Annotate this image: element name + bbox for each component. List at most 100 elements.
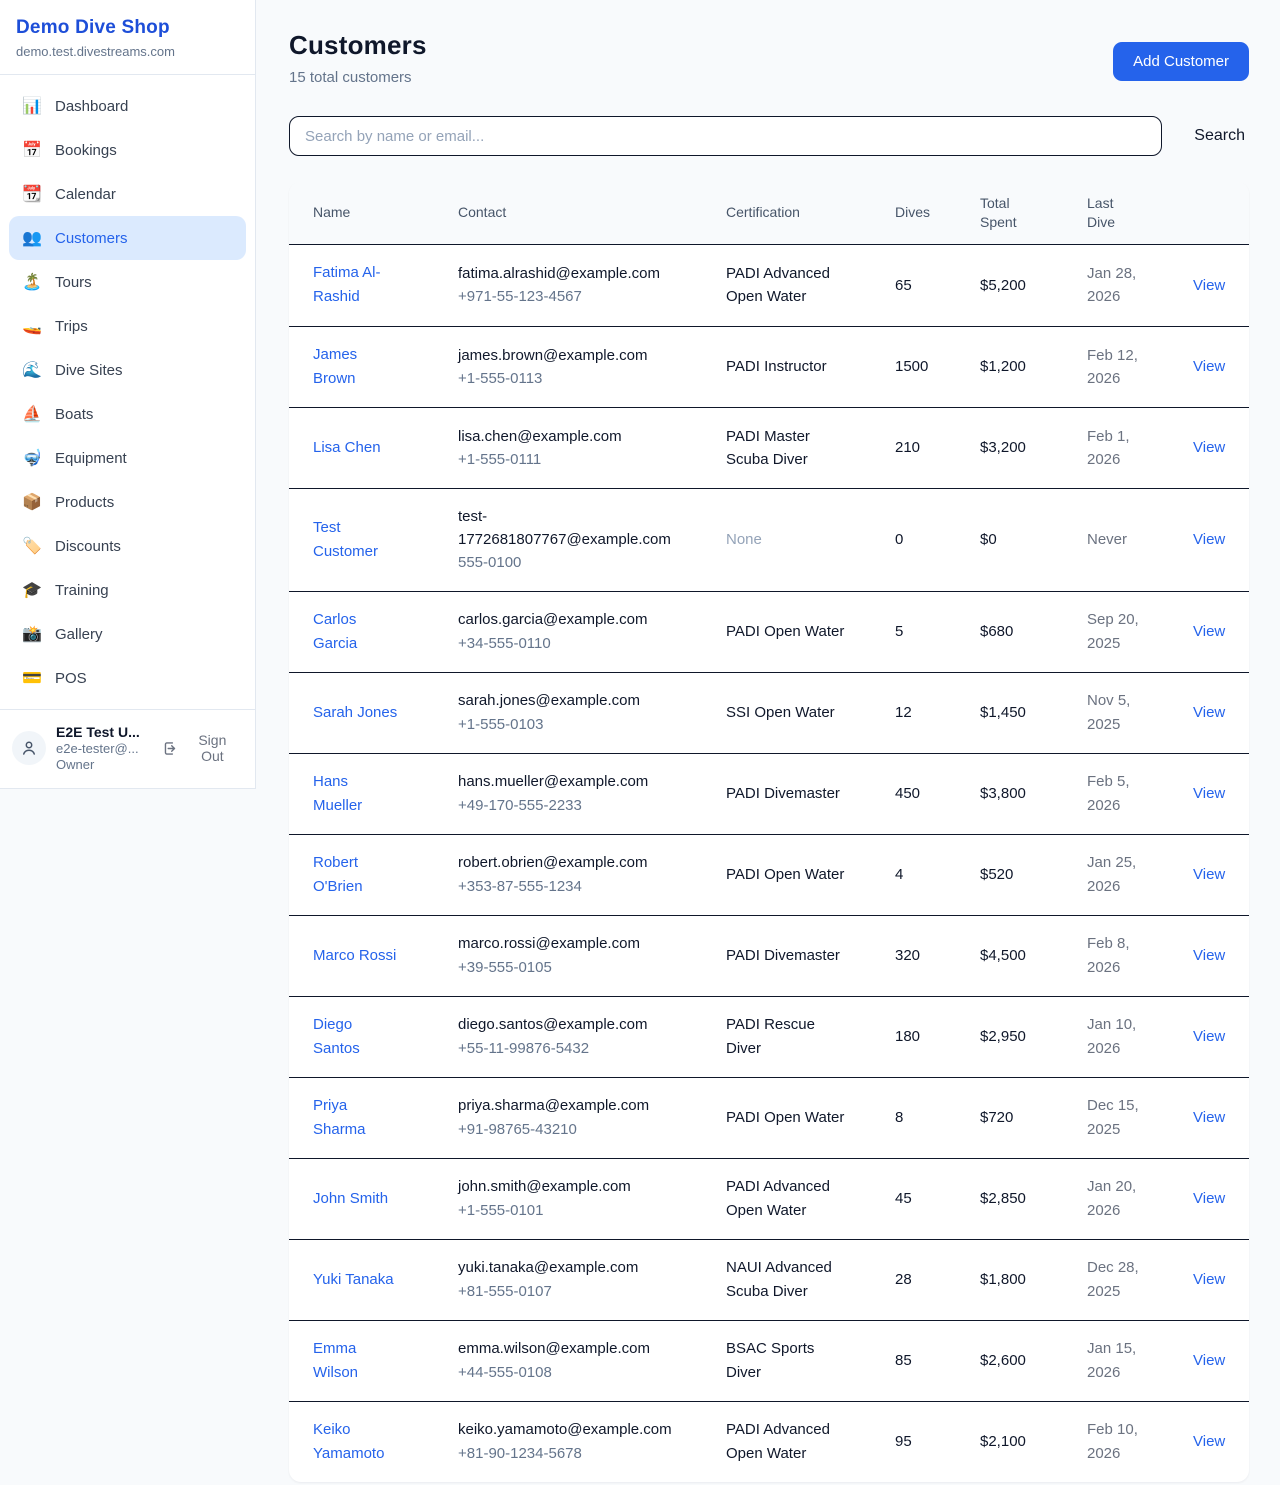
user-info: E2E Test U... e2e-tester@... Owner xyxy=(56,724,150,772)
total-spent-cell: $5,200 xyxy=(980,258,1087,313)
view-customer-link[interactable]: View xyxy=(1193,1190,1225,1207)
customer-name-link[interactable]: John Smith xyxy=(313,1190,388,1207)
dives-cell: 45 xyxy=(895,1171,980,1226)
sidebar-item-label: Dashboard xyxy=(55,98,128,115)
table-header-row: Name Contact Certification Dives Total S… xyxy=(289,182,1249,245)
dives-cell: 12 xyxy=(895,685,980,740)
table-row: Marco Rossi marco.rossi@example.com +39-… xyxy=(289,915,1249,996)
table-row: Sarah Jones sarah.jones@example.com +1-5… xyxy=(289,672,1249,753)
view-customer-link[interactable]: View xyxy=(1193,439,1225,456)
dives-cell: 450 xyxy=(895,766,980,821)
customer-name-link[interactable]: Robert O'Brien xyxy=(313,854,363,895)
last-dive-cell: Feb 5, 2026 xyxy=(1087,754,1193,833)
customer-email: sarah.jones@example.com xyxy=(458,689,710,712)
sidebar-item-icon: 🚤 xyxy=(22,316,42,336)
view-customer-link[interactable]: View xyxy=(1193,785,1225,802)
customer-email: hans.mueller@example.com xyxy=(458,770,710,793)
sidebar-item-boats[interactable]: ⛵ Boats xyxy=(9,392,246,436)
sidebar-user-footer: E2E Test U... e2e-tester@... Owner Sign … xyxy=(0,709,255,788)
dives-cell: 5 xyxy=(895,604,980,659)
customer-name-link[interactable]: Keiko Yamamoto xyxy=(313,1421,384,1462)
customer-email: marco.rossi@example.com xyxy=(458,932,710,955)
view-customer-link[interactable]: View xyxy=(1193,947,1225,964)
table-row: Test Customer test- 1772681807767@exampl… xyxy=(289,488,1249,591)
view-customer-link[interactable]: View xyxy=(1193,623,1225,640)
add-customer-button[interactable]: Add Customer xyxy=(1113,42,1249,81)
customer-phone: +49-170-555-2233 xyxy=(458,794,710,817)
view-customer-link[interactable]: View xyxy=(1193,531,1225,548)
customer-email: priya.sharma@example.com xyxy=(458,1094,710,1117)
column-header-dives: Dives xyxy=(895,191,980,234)
sidebar-item-icon: 🤿 xyxy=(22,448,42,468)
table-row: Lisa Chen lisa.chen@example.com +1-555-0… xyxy=(289,407,1249,488)
last-dive-cell: Dec 28, 2025 xyxy=(1087,1240,1193,1319)
total-spent-cell: $1,800 xyxy=(980,1252,1087,1307)
sidebar-item-icon: 📸 xyxy=(22,624,42,644)
view-customer-link[interactable]: View xyxy=(1193,1028,1225,1045)
shop-name: Demo Dive Shop xyxy=(16,17,239,39)
customer-name-link[interactable]: Emma Wilson xyxy=(313,1340,358,1381)
search-button[interactable]: Search xyxy=(1190,119,1249,153)
customer-name-link[interactable]: Fatima Al- Rashid xyxy=(313,264,381,305)
customer-name-link[interactable]: Yuki Tanaka xyxy=(313,1271,394,1288)
sidebar-item-label: Calendar xyxy=(55,186,116,203)
customer-name-link[interactable]: Marco Rossi xyxy=(313,947,396,964)
customer-phone: +81-555-0107 xyxy=(458,1280,710,1303)
view-customer-link[interactable]: View xyxy=(1193,1109,1225,1126)
customer-name-link[interactable]: Hans Mueller xyxy=(313,773,362,814)
sidebar-item-label: Tours xyxy=(55,274,92,291)
sidebar-item-tours[interactable]: 🏝️ Tours xyxy=(9,260,246,304)
sidebar-item-discounts[interactable]: 🏷️ Discounts xyxy=(9,524,246,568)
sidebar-item-label: Equipment xyxy=(55,450,127,467)
column-header-name: Name xyxy=(313,191,458,234)
view-customer-link[interactable]: View xyxy=(1193,704,1225,721)
customer-phone: +971-55-123-4567 xyxy=(458,285,710,308)
view-customer-link[interactable]: View xyxy=(1193,1433,1225,1450)
certification-cell: PADI Open Water xyxy=(726,847,895,902)
table-row: John Smith john.smith@example.com +1-555… xyxy=(289,1158,1249,1239)
dives-cell: 320 xyxy=(895,928,980,983)
total-spent-cell: $0 xyxy=(980,512,1087,567)
sidebar-item-pos[interactable]: 💳 POS xyxy=(9,656,246,700)
customer-name-link[interactable]: Lisa Chen xyxy=(313,439,381,456)
view-customer-link[interactable]: View xyxy=(1193,277,1225,294)
last-dive-cell: Dec 15, 2025 xyxy=(1087,1078,1193,1157)
view-customer-link[interactable]: View xyxy=(1193,1352,1225,1369)
sidebar-item-trips[interactable]: 🚤 Trips xyxy=(9,304,246,348)
contact-cell: james.brown@example.com +1-555-0113 xyxy=(458,328,726,407)
view-customer-link[interactable]: View xyxy=(1193,866,1225,883)
dives-cell: 210 xyxy=(895,420,980,475)
last-dive-cell: Feb 12, 2026 xyxy=(1087,328,1193,407)
customer-name-link[interactable]: Priya Sharma xyxy=(313,1097,366,1138)
view-customer-link[interactable]: View xyxy=(1193,358,1225,375)
sidebar-item-bookings[interactable]: 📅 Bookings xyxy=(9,128,246,172)
customer-name-link[interactable]: Sarah Jones xyxy=(313,704,397,721)
view-customer-link[interactable]: View xyxy=(1193,1271,1225,1288)
table-body: Fatima Al- Rashid fatima.alrashid@exampl… xyxy=(289,245,1249,1482)
sidebar-item-dashboard[interactable]: 📊 Dashboard xyxy=(9,84,246,128)
sign-out-button[interactable]: Sign Out xyxy=(162,732,239,764)
sidebar-item-icon: 🌊 xyxy=(22,360,42,380)
customer-name-link[interactable]: Carlos Garcia xyxy=(313,611,357,652)
sidebar-item-training[interactable]: 🎓 Training xyxy=(9,568,246,612)
sidebar-item-dive-sites[interactable]: 🌊 Dive Sites xyxy=(9,348,246,392)
certification-cell: None xyxy=(726,512,895,567)
customer-email: lisa.chen@example.com xyxy=(458,425,710,448)
customer-phone: +1-555-0103 xyxy=(458,713,710,736)
sidebar-item-gallery[interactable]: 📸 Gallery xyxy=(9,612,246,656)
sidebar-item-equipment[interactable]: 🤿 Equipment xyxy=(9,436,246,480)
sidebar-item-icon: 🎓 xyxy=(22,580,42,600)
sidebar-item-customers[interactable]: 👥 Customers xyxy=(9,216,246,260)
total-spent-cell: $2,950 xyxy=(980,1009,1087,1064)
customer-phone: +353-87-555-1234 xyxy=(458,875,710,898)
search-input[interactable] xyxy=(289,116,1162,156)
sidebar-item-calendar[interactable]: 📆 Calendar xyxy=(9,172,246,216)
customer-name-link[interactable]: James Brown xyxy=(313,346,357,387)
table-row: Fatima Al- Rashid fatima.alrashid@exampl… xyxy=(289,245,1249,326)
sidebar-item-label: Trips xyxy=(55,318,88,335)
customer-name-link[interactable]: Test Customer xyxy=(313,519,378,560)
table-row: Priya Sharma priya.sharma@example.com +9… xyxy=(289,1077,1249,1158)
sidebar-item-products[interactable]: 📦 Products xyxy=(9,480,246,524)
customer-name-link[interactable]: Diego Santos xyxy=(313,1016,360,1057)
table-row: Hans Mueller hans.mueller@example.com +4… xyxy=(289,753,1249,834)
